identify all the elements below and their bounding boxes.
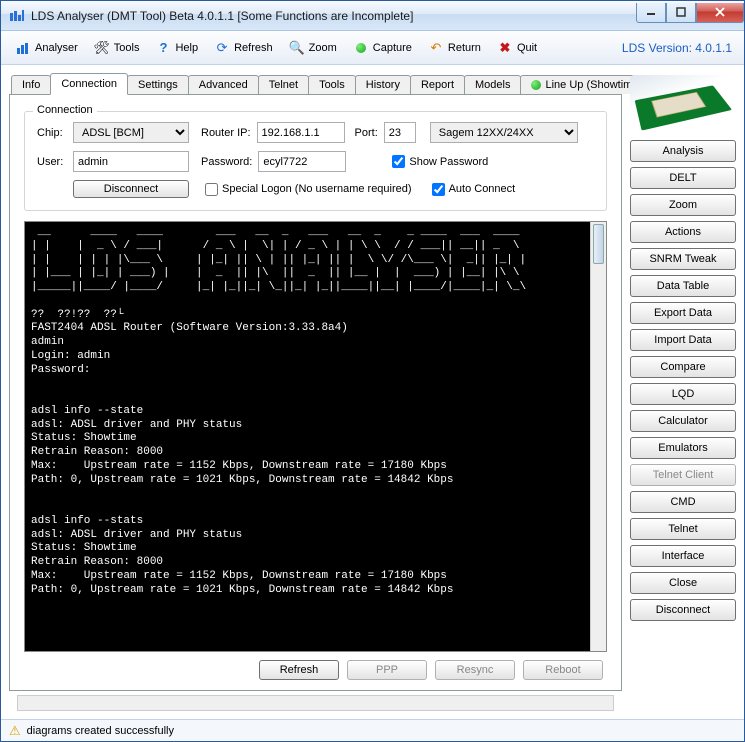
side-telnet-button[interactable]: Telnet [630, 518, 736, 540]
group-title: Connection [33, 104, 97, 116]
side-close-button[interactable]: Close [630, 572, 736, 594]
toolbar: Analyser 🛠Tools ?Help ⟳Refresh 🔍Zoom Cap… [1, 31, 744, 65]
quit-icon: ✖ [497, 40, 513, 56]
terminal-output[interactable]: __ ____ ____ ___ __ _ ___ __ _ _ ____ __… [25, 222, 590, 651]
tab-settings[interactable]: Settings [127, 75, 189, 94]
tab-telnet[interactable]: Telnet [258, 75, 309, 94]
showtime-dot-icon [531, 80, 541, 90]
show-password-label: Show Password [409, 156, 488, 168]
chip-select[interactable]: ADSL [BCM] [73, 122, 189, 143]
port-label: Port: [355, 127, 378, 139]
capture-icon [353, 40, 369, 56]
window-buttons [636, 3, 744, 23]
analyser-button[interactable]: Analyser [9, 37, 84, 59]
warning-icon: ⚠ [9, 723, 21, 739]
special-logon-label: Special Logon (No username required) [222, 183, 412, 195]
tabstrip: InfoConnectionSettingsAdvancedTelnetTool… [9, 73, 622, 95]
app-window: LDS Analyser (DMT Tool) Beta 4.0.1.1 [So… [0, 0, 745, 742]
router-ip-input[interactable] [257, 122, 345, 143]
tab-history[interactable]: History [355, 75, 411, 94]
port-input[interactable] [384, 122, 416, 143]
side-column: Analysis DELT Zoom Actions SNRM Tweak Data Ta… [630, 73, 736, 711]
side-delt-button[interactable]: DELT [630, 167, 736, 189]
tab-tools[interactable]: Tools [308, 75, 356, 94]
side-compare-button[interactable]: Compare [630, 356, 736, 378]
side-interface-button[interactable]: Interface [630, 545, 736, 567]
ppp-button[interactable]: PPP [347, 660, 427, 680]
chart-icon [15, 40, 31, 56]
side-zoom-button[interactable]: Zoom [630, 194, 736, 216]
side-actions-button[interactable]: Actions [630, 221, 736, 243]
side-export-data-button[interactable]: Export Data [630, 302, 736, 324]
password-label: Password: [201, 156, 252, 168]
titlebar: LDS Analyser (DMT Tool) Beta 4.0.1.1 [So… [1, 1, 744, 31]
reboot-button[interactable]: Reboot [523, 660, 603, 680]
user-label: User: [37, 156, 67, 168]
auto-connect-label: Auto Connect [449, 183, 516, 195]
tab-body: Connection Chip: ADSL [BCM] Router IP: P… [9, 95, 622, 691]
user-input[interactable] [73, 151, 189, 172]
connection-group: Connection Chip: ADSL [BCM] Router IP: P… [24, 111, 607, 211]
tools-button[interactable]: 🛠Tools [88, 37, 146, 59]
capture-button[interactable]: Capture [347, 37, 418, 59]
side-telnet-client-button[interactable]: Telnet Client [630, 464, 736, 486]
side-analysis-button[interactable]: Analysis [630, 140, 736, 162]
refresh-button[interactable]: ⟳Refresh [208, 37, 279, 59]
disconnect-button[interactable]: Disconnect [73, 180, 189, 198]
zoom-icon: 🔍 [289, 40, 305, 56]
return-icon: ↶ [428, 40, 444, 56]
content-area: InfoConnectionSettingsAdvancedTelnetTool… [1, 65, 744, 719]
auto-connect-checkbox[interactable] [432, 183, 445, 196]
side-lqd-button[interactable]: LQD [630, 383, 736, 405]
tab-report[interactable]: Report [410, 75, 465, 94]
refresh-icon: ⟳ [214, 40, 230, 56]
side-disconnect-button[interactable]: Disconnect [630, 599, 736, 621]
side-data-table-button[interactable]: Data Table [630, 275, 736, 297]
modem-board-image [630, 75, 736, 131]
side-emulators-button[interactable]: Emulators [630, 437, 736, 459]
bottom-buttons: Refresh PPP Resync Reboot [24, 660, 607, 680]
terminal-wrap: __ ____ ____ ___ __ _ ___ __ _ _ ____ __… [24, 221, 607, 652]
tab-connection[interactable]: Connection [50, 73, 128, 95]
help-icon: ? [155, 40, 171, 56]
app-icon [9, 8, 25, 24]
tab-models[interactable]: Models [464, 75, 521, 94]
show-password-checkbox[interactable] [392, 155, 405, 168]
refresh-bottom-button[interactable]: Refresh [259, 660, 339, 680]
tab-info[interactable]: Info [11, 75, 51, 94]
side-import-data-button[interactable]: Import Data [630, 329, 736, 351]
modem-select[interactable]: Sagem 12XX/24XX [430, 122, 578, 143]
terminal-scrollbar[interactable] [590, 222, 606, 651]
minimize-button[interactable] [636, 3, 666, 23]
chip-label: Chip: [37, 127, 67, 139]
close-window-button[interactable] [696, 3, 744, 23]
router-ip-label: Router IP: [201, 127, 251, 139]
version-label: LDS Version: 4.0.1.1 [622, 41, 736, 55]
zoom-button[interactable]: 🔍Zoom [283, 37, 343, 59]
tab-advanced[interactable]: Advanced [188, 75, 259, 94]
main-column: InfoConnectionSettingsAdvancedTelnetTool… [9, 73, 622, 711]
quit-button[interactable]: ✖Quit [491, 37, 543, 59]
titlebar-text: LDS Analyser (DMT Tool) Beta 4.0.1.1 [So… [31, 9, 636, 23]
special-logon-checkbox[interactable] [205, 183, 218, 196]
statusbar: ⚠ diagrams created successfully [1, 719, 744, 741]
side-snrm-tweak-button[interactable]: SNRM Tweak [630, 248, 736, 270]
resync-button[interactable]: Resync [435, 660, 515, 680]
return-button[interactable]: ↶Return [422, 37, 487, 59]
side-cmd-button[interactable]: CMD [630, 491, 736, 513]
horizontal-scrollbar[interactable] [17, 695, 614, 711]
status-text: diagrams created successfully [27, 725, 174, 737]
wrench-icon: 🛠 [94, 40, 110, 56]
password-input[interactable] [258, 151, 346, 172]
side-calculator-button[interactable]: Calculator [630, 410, 736, 432]
help-button[interactable]: ?Help [149, 37, 204, 59]
maximize-button[interactable] [666, 3, 696, 23]
